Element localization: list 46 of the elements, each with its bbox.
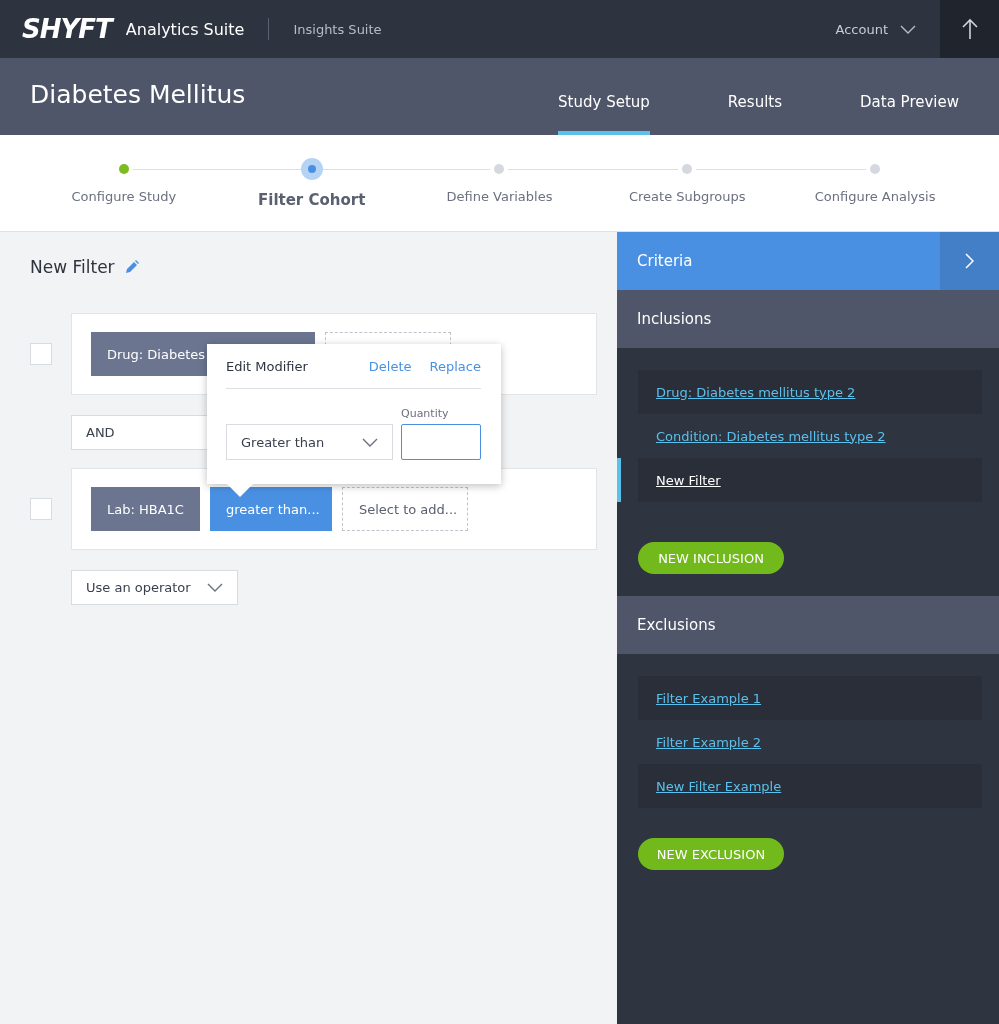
modifier-chip[interactable]: greater than... — [209, 487, 332, 531]
step-label[interactable]: Configure Study — [71, 189, 177, 204]
criteria-title: Criteria — [636, 252, 694, 270]
step-label[interactable]: Define Variables — [446, 189, 553, 204]
chevron-down-icon — [362, 437, 378, 447]
chevron-right-icon — [965, 253, 974, 269]
account-menu[interactable]: Account — [829, 20, 922, 38]
scroll-top-button[interactable] — [940, 0, 999, 58]
criteria-link[interactable]: New Filter — [656, 472, 721, 488]
filter-title: New Filter — [30, 257, 115, 277]
step-dot — [870, 164, 881, 174]
criteria-link[interactable]: Condition: Diabetes mellitus type 2 — [656, 428, 886, 444]
step-label[interactable]: Create Subgroups — [628, 189, 746, 204]
comparison-dropdown[interactable]: Greater than — [226, 424, 393, 460]
nav-tab[interactable]: Data Preview — [860, 58, 959, 135]
product-name: Analytics Suite — [125, 19, 245, 39]
step-dot — [118, 164, 129, 174]
popover-action-link[interactable]: Replace — [429, 358, 481, 374]
criteria-link[interactable]: Filter Example 2 — [656, 734, 762, 750]
row-checkbox[interactable] — [30, 498, 52, 520]
pencil-icon[interactable] — [124, 260, 139, 274]
section-title: Exclusions — [637, 616, 716, 634]
criterion-chip[interactable]: Lab: HBA1C — [91, 487, 200, 531]
criteria-link[interactable]: Drug: Diabetes mellitus type 2 — [656, 384, 856, 400]
nav-tab[interactable]: Results — [727, 58, 782, 135]
criteria-link[interactable]: New Filter Example — [656, 778, 782, 794]
row-checkbox[interactable] — [30, 343, 52, 365]
selection-marker — [617, 458, 621, 502]
add-slot[interactable]: Select to add... — [341, 487, 468, 531]
criteria-link[interactable]: Filter Example 1 — [656, 690, 762, 706]
chevron-down-icon — [207, 583, 223, 592]
section-title: Inclusions — [637, 310, 712, 328]
suite-link[interactable]: Insights Suite — [293, 21, 382, 37]
quantity-label: Quantity — [401, 407, 450, 420]
popover-action-link[interactable]: Delete — [368, 358, 412, 374]
quantity-field[interactable] — [401, 424, 481, 460]
step-dot — [682, 164, 693, 174]
step-label[interactable]: Configure Analysis — [814, 189, 936, 204]
step-dot — [494, 164, 505, 174]
operator-dropdown[interactable]: Use an operator — [71, 570, 238, 605]
step-label[interactable]: Filter Cohort — [258, 191, 366, 209]
arrow-up-icon — [961, 18, 978, 40]
study-title: Diabetes Mellitus — [30, 80, 247, 109]
chevron-down-icon — [900, 24, 916, 34]
popover-title: Edit Modifier — [226, 358, 308, 374]
step-dot — [300, 158, 323, 180]
